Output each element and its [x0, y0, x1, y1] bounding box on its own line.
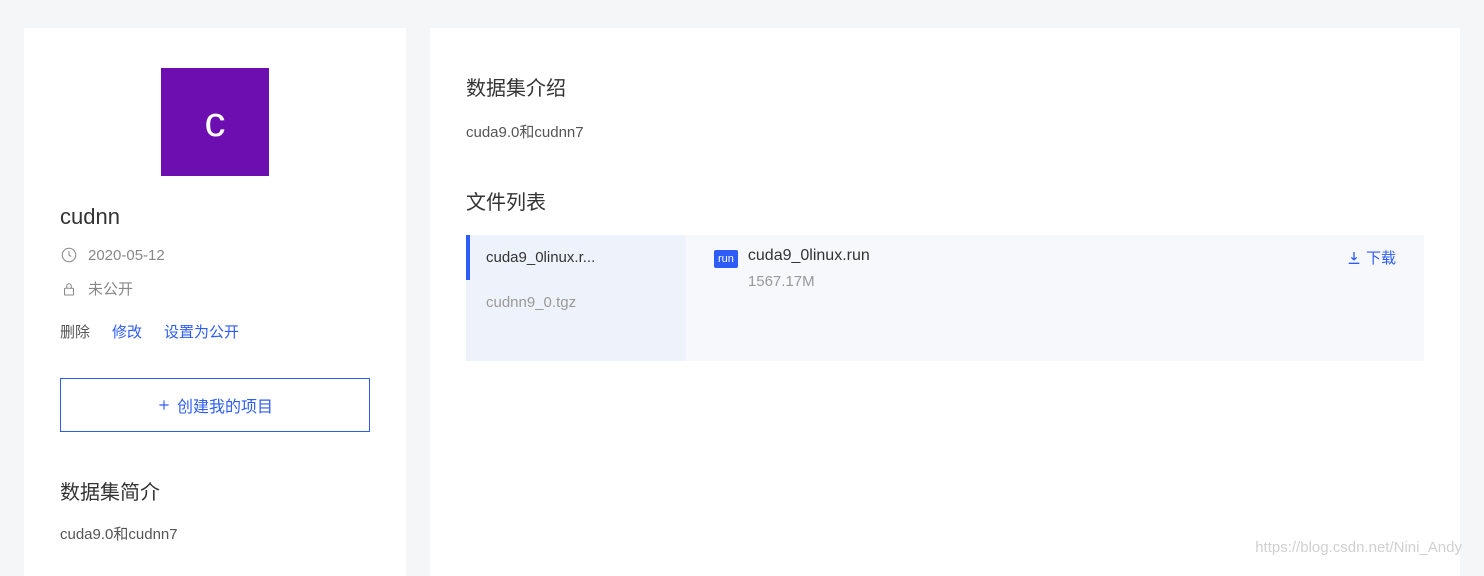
file-tabs: cuda9_0linux.r... cudnn9_0.tgz — [466, 235, 686, 361]
visibility-row: 未公开 — [60, 278, 370, 299]
dataset-title: cudnn — [60, 204, 370, 230]
delete-link[interactable]: 删除 — [60, 321, 90, 342]
download-link[interactable]: 下载 — [1346, 247, 1396, 268]
action-row: 删除 修改 设置为公开 — [60, 321, 370, 342]
file-detail: run cuda9_0linux.run 1567.17M 下载 — [686, 235, 1424, 361]
file-name: cuda9_0linux.run — [748, 247, 1346, 265]
create-project-button[interactable]: 创建我的项目 — [60, 378, 370, 432]
plus-icon — [157, 398, 171, 412]
avatar: c — [161, 68, 269, 176]
date-text: 2020-05-12 — [88, 247, 165, 264]
edit-link[interactable]: 修改 — [112, 321, 142, 342]
clock-icon — [60, 246, 78, 264]
files-heading: 文件列表 — [466, 186, 1424, 215]
sidebar-intro-text: cuda9.0和cudnn7 — [60, 523, 370, 544]
file-size: 1567.17M — [748, 273, 1346, 290]
file-info: cuda9_0linux.run 1567.17M — [748, 247, 1346, 290]
file-area: cuda9_0linux.r... cudnn9_0.tgz run cuda9… — [466, 235, 1424, 361]
visibility-text: 未公开 — [88, 278, 133, 299]
file-tab[interactable]: cuda9_0linux.r... — [466, 235, 686, 280]
sidebar: c cudnn 2020-05-12 未公开 删除 修改 设置为公开 — [24, 28, 406, 576]
lock-icon — [60, 280, 78, 298]
main-intro-heading: 数据集介绍 — [466, 72, 1424, 101]
set-public-link[interactable]: 设置为公开 — [164, 321, 239, 342]
create-button-label: 创建我的项目 — [177, 393, 273, 417]
file-tab[interactable]: cudnn9_0.tgz — [466, 280, 686, 325]
file-type-badge: run — [714, 250, 738, 268]
main-content: 数据集介绍 cuda9.0和cudnn7 文件列表 cuda9_0linux.r… — [430, 28, 1460, 576]
date-row: 2020-05-12 — [60, 246, 370, 264]
download-label: 下载 — [1366, 247, 1396, 268]
sidebar-intro-heading: 数据集简介 — [60, 476, 370, 505]
download-icon — [1346, 250, 1362, 266]
main-intro-text: cuda9.0和cudnn7 — [466, 121, 1424, 142]
